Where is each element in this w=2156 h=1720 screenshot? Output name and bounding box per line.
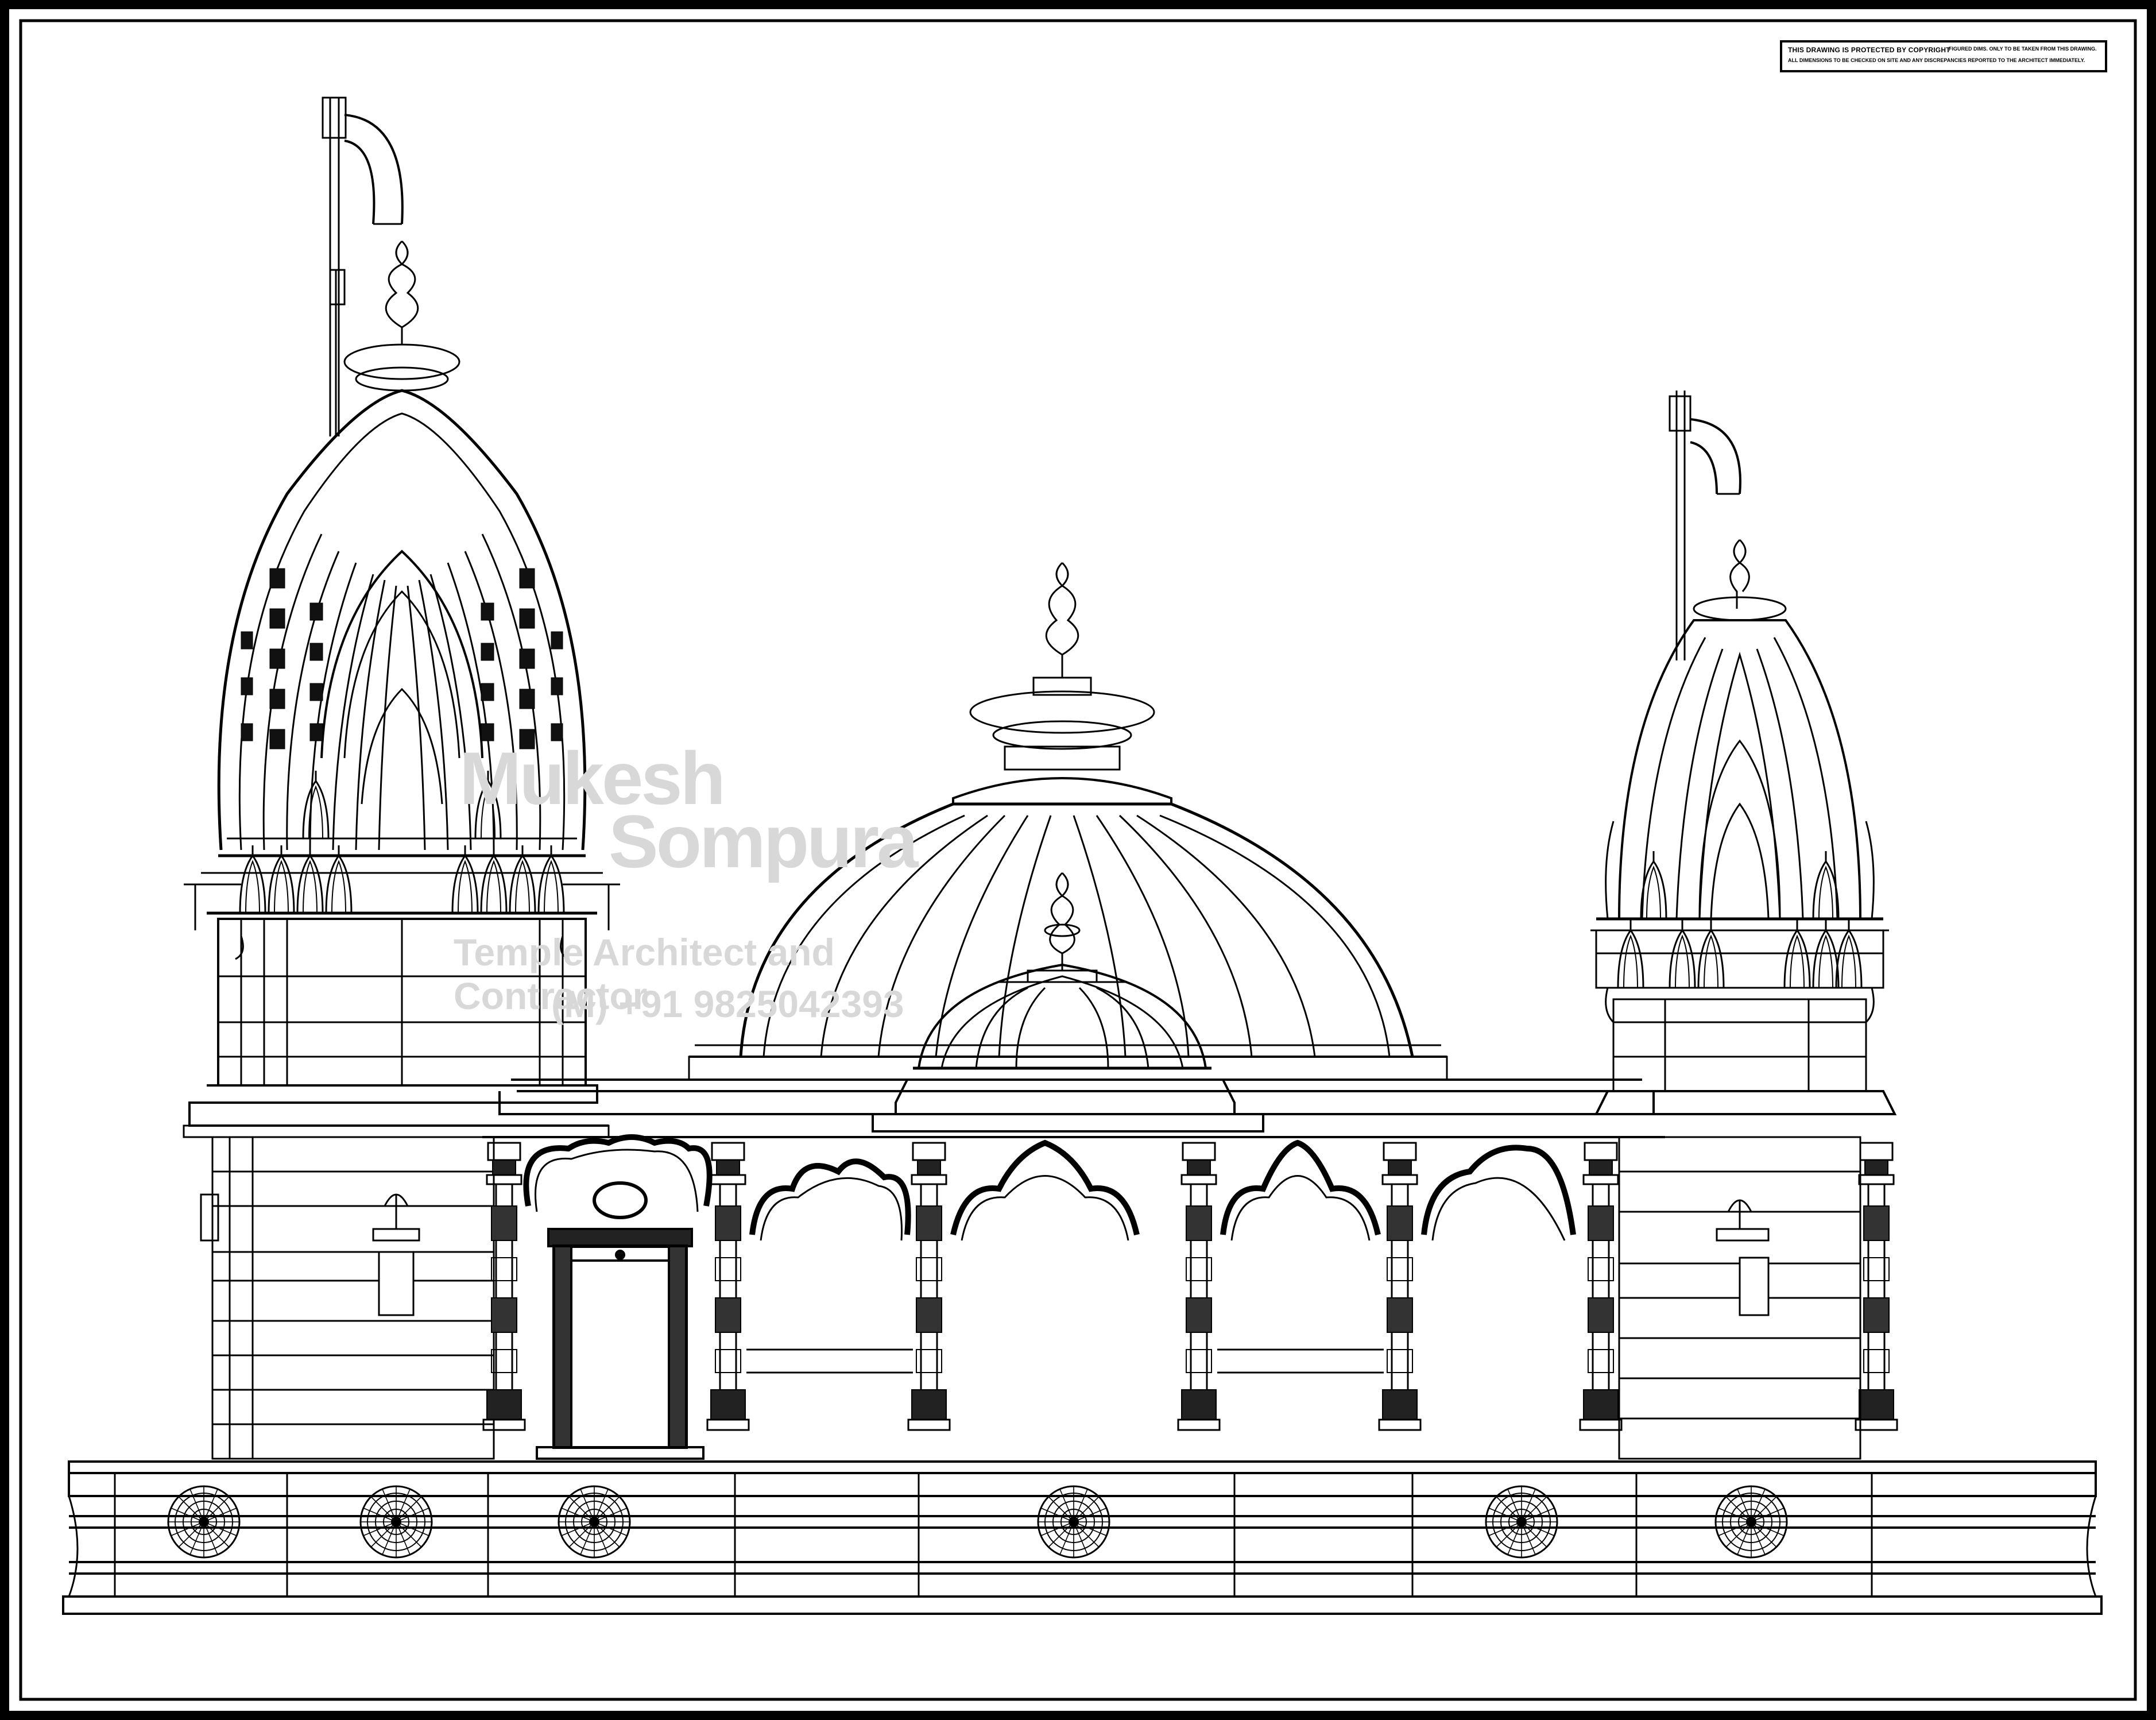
temple-elevation-drawing [0, 0, 2156, 1720]
copyright-line-2: ALL DIMENSIONS TO BE CHECKED ON SITE AND… [1788, 57, 2085, 63]
doorway [536, 1181, 705, 1460]
left-shikhara-niches [241, 568, 563, 749]
front-small-dome [913, 872, 1211, 1070]
mandapa-cornice [482, 1079, 1665, 1138]
left-shikhara [201, 96, 603, 915]
copyright-line-1b: FIGURED DIMS. ONLY TO BE TAKEN FROM THIS… [1949, 46, 2097, 52]
copyright-note: THIS DRAWING IS PROTECTED BY COPYRIGHT F… [1780, 40, 2107, 72]
plinth [62, 1460, 2103, 1615]
mandapa-pillars [482, 1142, 1898, 1431]
inner-walls [746, 1348, 1384, 1374]
copyright-line-1: THIS DRAWING IS PROTECTED BY COPYRIGHT [1788, 46, 1950, 54]
central-dome [688, 562, 1448, 1081]
inner-frame [19, 19, 2137, 1701]
